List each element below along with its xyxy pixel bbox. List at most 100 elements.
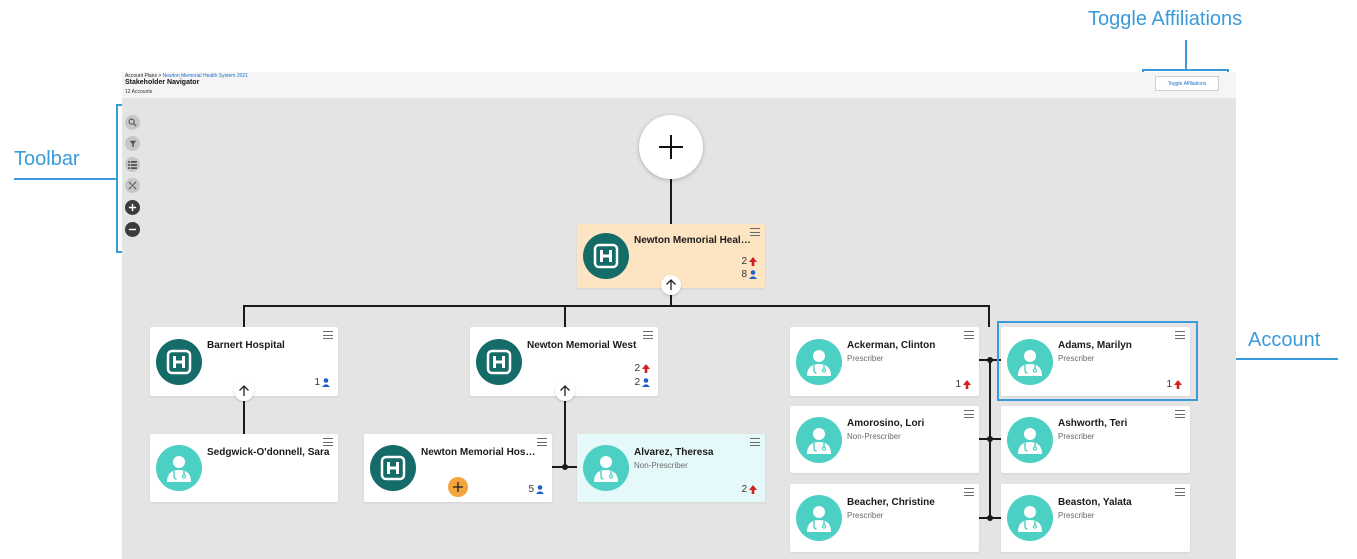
people-count: 1 — [314, 377, 330, 388]
junction-dot — [987, 357, 993, 363]
account-type: Prescriber — [847, 511, 884, 520]
people-count-value: 2 — [634, 377, 640, 388]
people-count: 5 — [528, 484, 544, 495]
barnert-child-connector — [243, 396, 245, 434]
junction-dot — [987, 436, 993, 442]
toolbar-annotation: Toolbar — [14, 148, 80, 170]
menu-icon[interactable] — [964, 488, 974, 496]
account-type: Prescriber — [1058, 432, 1095, 441]
fit-to-screen-icon[interactable] — [125, 178, 140, 193]
doctor-icon — [796, 495, 842, 541]
up-arrow-icon — [749, 257, 757, 266]
menu-icon[interactable] — [1175, 410, 1185, 418]
person-icon — [536, 485, 544, 494]
zoom-in-icon[interactable] — [125, 200, 140, 215]
account-type: Prescriber — [847, 354, 884, 363]
up-arrow-icon — [749, 485, 757, 494]
affiliation-count: 2 — [741, 484, 757, 495]
account-type: Non-Prescriber — [634, 461, 688, 470]
add-child-button[interactable] — [448, 477, 468, 497]
account-name: Newton Memorial West — [527, 340, 637, 351]
stakeholder-navigator-app: Account Plans > Newton Memorial Health S… — [122, 72, 1236, 559]
account-type: Non-Prescriber — [847, 432, 901, 441]
up-arrow-icon — [963, 380, 971, 389]
menu-icon[interactable] — [537, 438, 547, 446]
add-parent-button[interactable] — [639, 115, 703, 179]
account-name: Beaston, Yalata — [1058, 497, 1132, 508]
collapse-button[interactable] — [661, 275, 681, 295]
hospital-icon — [156, 339, 202, 385]
doctor-icon — [796, 339, 842, 385]
account-card-beaston[interactable]: Beaston, Yalata Prescriber — [1001, 484, 1190, 552]
person-icon — [322, 378, 330, 387]
hospital-icon — [583, 233, 629, 279]
person-icon — [642, 378, 650, 387]
affiliation-count-value: 2 — [634, 363, 640, 374]
account-card-ashworth[interactable]: Ashworth, Teri Prescriber — [1001, 406, 1190, 473]
collapse-button[interactable] — [555, 381, 575, 401]
people-count-value: 1 — [314, 377, 320, 388]
account-card-beacher[interactable]: Beacher, Christine Prescriber — [790, 484, 979, 552]
account-card-amorosino[interactable]: Amorosino, Lori Non-Prescriber — [790, 406, 979, 473]
app-header: Account Plans > Newton Memorial Health S… — [122, 72, 1236, 98]
list-icon[interactable] — [125, 157, 140, 172]
menu-icon[interactable] — [750, 228, 760, 236]
account-card-alvarez[interactable]: Alvarez, Theresa Non-Prescriber 2 — [577, 434, 765, 502]
menu-icon[interactable] — [964, 331, 974, 339]
nm-west-child-connector — [564, 396, 566, 468]
junction-dot — [562, 464, 568, 470]
collapse-button[interactable] — [234, 381, 254, 401]
menu-icon[interactable] — [323, 438, 333, 446]
menu-icon[interactable] — [323, 331, 333, 339]
level1-horizontal-connector — [243, 305, 990, 307]
people-count-value: 8 — [741, 269, 747, 280]
account-name: Ashworth, Teri — [1058, 418, 1128, 429]
affiliation-count: 2 — [741, 256, 757, 267]
account-card-sedgwick[interactable]: Sedgwick-O'donnell, Sara — [150, 434, 338, 502]
account-name: Beacher, Christine — [847, 497, 935, 508]
account-name: Ackerman, Clinton — [847, 340, 936, 351]
filter-icon[interactable] — [125, 136, 140, 151]
toggle-affiliations-annotation: Toggle Affiliations — [1088, 8, 1243, 30]
doctor-icon — [156, 445, 202, 491]
affiliation-count: 2 — [634, 363, 650, 374]
affiliation-count-value: 2 — [741, 256, 747, 267]
account-name: Sedgwick-O'donnell, Sara — [207, 447, 330, 458]
page-title: Stakeholder Navigator — [125, 79, 200, 86]
accounts-count: 12 Accounts — [125, 89, 153, 95]
account-type: Prescriber — [1058, 511, 1095, 520]
junction-dot — [987, 515, 993, 521]
doctor-icon — [1007, 495, 1053, 541]
doctor-icon — [796, 417, 842, 463]
affiliation-count-value: 2 — [741, 484, 747, 495]
account-card-ackerman[interactable]: Ackerman, Clinton Prescriber 1 — [790, 327, 979, 396]
affiliation-count-value: 1 — [955, 379, 961, 390]
people-count: 2 — [634, 377, 650, 388]
menu-icon[interactable] — [1175, 488, 1185, 496]
doctor-icon — [583, 445, 629, 491]
hospital-icon — [370, 445, 416, 491]
person-icon — [749, 270, 757, 279]
account-annotation: Account — [1248, 329, 1321, 351]
people-count: 8 — [741, 269, 757, 280]
root-connector — [670, 179, 672, 224]
up-arrow-icon — [642, 364, 650, 373]
search-icon[interactable] — [125, 115, 140, 130]
account-name: Newton Memorial Hospi... — [421, 447, 539, 458]
prescriber-connector — [988, 305, 990, 327]
account-name: Barnert Hospital — [207, 340, 285, 351]
affiliation-count: 1 — [955, 379, 971, 390]
people-count-value: 5 — [528, 484, 534, 495]
menu-icon[interactable] — [750, 438, 760, 446]
menu-icon[interactable] — [643, 331, 653, 339]
toggle-annotation-line — [1185, 40, 1187, 70]
account-name: Newton Memorial Health... — [634, 235, 752, 246]
nm-west-connector — [564, 305, 566, 327]
account-name: Amorosino, Lori — [847, 418, 925, 429]
zoom-out-icon[interactable] — [125, 222, 140, 237]
toggle-affiliations-button[interactable]: Toggle Affiliations — [1155, 76, 1219, 91]
account-annotation-box — [997, 321, 1198, 401]
hospital-icon — [476, 339, 522, 385]
barnert-connector — [243, 305, 245, 327]
menu-icon[interactable] — [964, 410, 974, 418]
